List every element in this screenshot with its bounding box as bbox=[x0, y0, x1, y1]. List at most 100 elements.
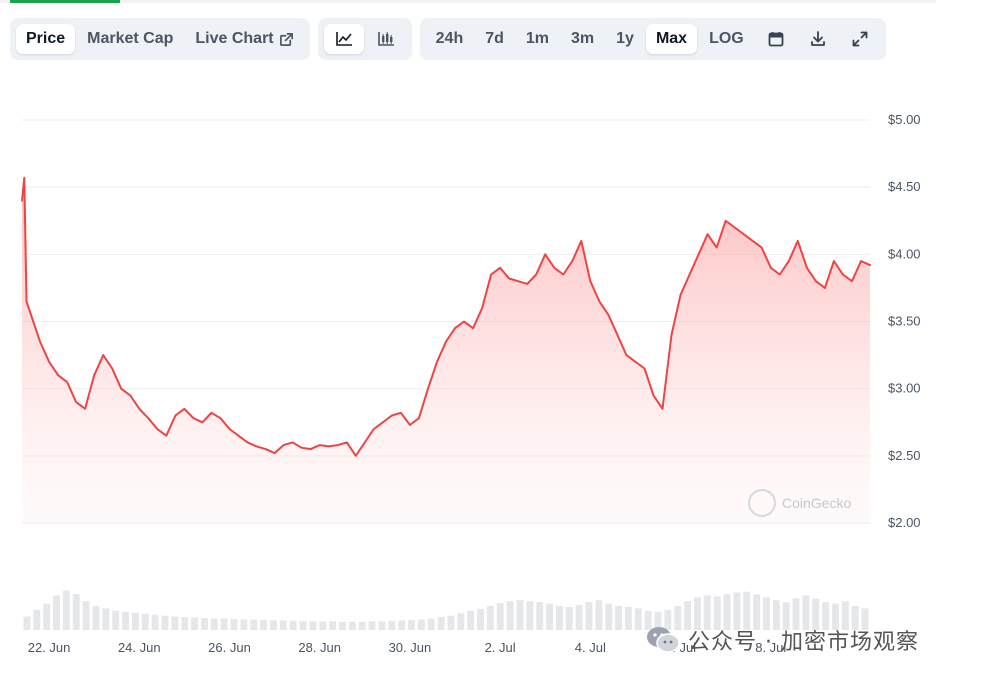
range-1y[interactable]: 1y bbox=[606, 24, 644, 54]
volume-bar bbox=[260, 619, 268, 630]
volume-bar bbox=[398, 620, 406, 630]
price-area-fill bbox=[22, 177, 870, 524]
coingecko-logo-icon bbox=[748, 489, 776, 517]
volume-bar bbox=[53, 595, 60, 630]
chart-type-group bbox=[317, 18, 412, 60]
chart-toolbar: Price Market Cap Live Chart 24h 7d 1m 3m… bbox=[10, 18, 886, 60]
volume-bar bbox=[181, 617, 189, 630]
volume-bar bbox=[72, 594, 80, 630]
x-tick-label: 22. Jun bbox=[28, 640, 71, 655]
tab-price[interactable]: Price bbox=[16, 24, 76, 54]
volume-bar bbox=[210, 618, 218, 630]
y-axis-labels: $5.00 $4.50 $4.00 $3.50 $3.00 $2.50 $2.00 bbox=[888, 112, 921, 530]
range-24h[interactable]: 24h bbox=[426, 24, 474, 54]
volume-bar bbox=[615, 606, 623, 630]
external-link-icon bbox=[279, 32, 293, 46]
line-chart-button[interactable] bbox=[323, 24, 364, 54]
volume-bar bbox=[82, 601, 90, 630]
volume-bar bbox=[309, 621, 317, 630]
tab-live-chart[interactable]: Live Chart bbox=[185, 24, 303, 54]
volume-bar bbox=[408, 619, 415, 630]
volume-bar bbox=[112, 610, 120, 630]
volume-bar bbox=[348, 621, 356, 630]
volume-bar bbox=[92, 606, 100, 630]
range-1m[interactable]: 1m bbox=[516, 24, 559, 54]
volume-bar bbox=[43, 603, 51, 630]
volume-bar bbox=[496, 603, 504, 630]
watermark-text: CoinGecko bbox=[782, 495, 852, 511]
data-tab-group: Price Market Cap Live Chart bbox=[10, 18, 310, 60]
volume-bar bbox=[141, 613, 149, 630]
volume-bar bbox=[131, 612, 139, 630]
fullscreen-icon bbox=[852, 31, 868, 47]
candlestick-chart-icon bbox=[377, 32, 394, 46]
coingecko-watermark: CoinGecko bbox=[748, 489, 851, 517]
volume-bar bbox=[250, 619, 258, 630]
volume-bar bbox=[516, 599, 524, 630]
y-tick-label: $4.00 bbox=[888, 246, 921, 261]
volume-bar bbox=[546, 603, 553, 630]
live-chart-label: Live Chart bbox=[195, 30, 274, 47]
volume-bar bbox=[457, 613, 465, 630]
volume-bar bbox=[319, 621, 327, 630]
range-max[interactable]: Max bbox=[645, 24, 698, 54]
volume-bar bbox=[555, 606, 563, 630]
volume-bar bbox=[536, 602, 544, 630]
volume-bar bbox=[427, 618, 435, 630]
volume-bar bbox=[289, 620, 297, 630]
volume-bar bbox=[339, 621, 346, 630]
volume-bar bbox=[329, 621, 337, 630]
download-button[interactable] bbox=[798, 24, 838, 54]
volume-bar bbox=[171, 616, 179, 630]
volume-bar bbox=[33, 609, 41, 630]
y-tick-label: $3.00 bbox=[888, 381, 921, 396]
range-7d[interactable]: 7d bbox=[475, 24, 514, 54]
volume-bar bbox=[575, 605, 583, 630]
volume-bar bbox=[624, 606, 632, 630]
active-tab-indicator bbox=[10, 0, 120, 3]
y-tick-label: $4.50 bbox=[888, 179, 921, 194]
volume-bar bbox=[62, 590, 70, 630]
x-tick-label: 4. Jul bbox=[575, 640, 606, 655]
volume-bar bbox=[526, 601, 534, 630]
date-range-button[interactable] bbox=[756, 24, 796, 54]
volume-bar bbox=[595, 600, 603, 630]
volume-bar bbox=[634, 608, 642, 630]
volume-bar bbox=[269, 620, 277, 630]
volume-bar bbox=[23, 616, 31, 630]
log-scale-toggle[interactable]: LOG bbox=[699, 24, 754, 54]
volume-bar bbox=[467, 610, 475, 630]
volume-bar bbox=[585, 602, 593, 630]
volume-bar bbox=[151, 614, 159, 630]
volume-bar bbox=[299, 620, 307, 630]
line-chart-icon bbox=[335, 32, 352, 46]
volume-bar bbox=[122, 611, 129, 630]
wechat-icon bbox=[647, 627, 680, 653]
x-tick-label: 2. Jul bbox=[485, 640, 516, 655]
fullscreen-button[interactable] bbox=[840, 24, 880, 54]
volume-bar bbox=[486, 606, 494, 630]
volume-bar bbox=[388, 620, 396, 630]
volume-bar bbox=[565, 606, 573, 630]
price-chart[interactable]: $5.00 $4.50 $4.00 $3.50 $3.00 $2.50 $2.00 22. … bbox=[0, 60, 984, 679]
candlestick-chart-button[interactable] bbox=[366, 24, 406, 54]
volume-bar bbox=[220, 618, 228, 630]
volume-bar bbox=[447, 615, 455, 630]
volume-bar bbox=[161, 615, 169, 630]
y-tick-label: $2.00 bbox=[888, 515, 921, 530]
volume-bar bbox=[368, 621, 376, 630]
volume-bar bbox=[358, 621, 366, 630]
range-3m[interactable]: 3m bbox=[561, 24, 604, 54]
x-tick-label: 26. Jun bbox=[208, 640, 251, 655]
wechat-caption: 公众号 · 加密市场观察 bbox=[646, 624, 919, 656]
y-tick-label: $2.50 bbox=[888, 448, 921, 463]
price-area bbox=[21, 176, 871, 524]
tab-market-cap[interactable]: Market Cap bbox=[77, 24, 183, 54]
calendar-icon bbox=[768, 32, 784, 47]
volume-bar bbox=[230, 618, 238, 630]
volume-bar bbox=[102, 608, 110, 630]
volume-bar bbox=[437, 617, 445, 630]
volume-bar bbox=[605, 603, 613, 630]
wechat-caption-text: 公众号 · 加密市场观察 bbox=[688, 630, 919, 655]
y-tick-label: $5.00 bbox=[888, 112, 921, 127]
